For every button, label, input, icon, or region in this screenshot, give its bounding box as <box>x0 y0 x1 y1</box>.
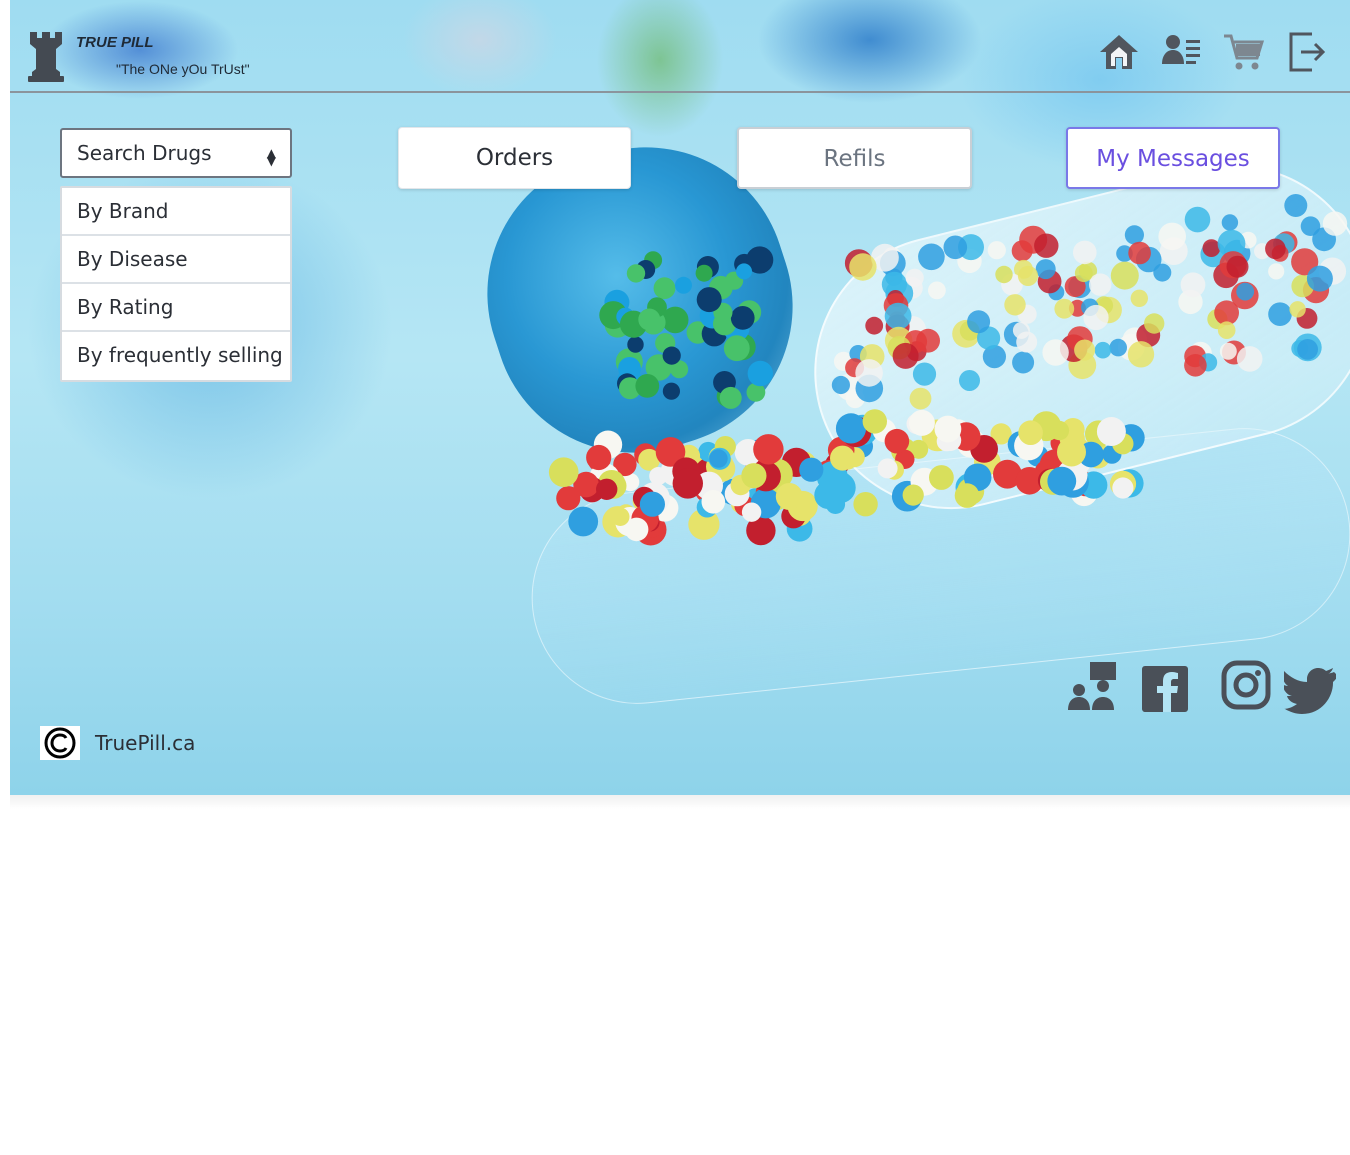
facebook-icon[interactable] <box>1140 660 1190 714</box>
brand-tagline: "The ONe yOu TrUst" <box>116 61 250 77</box>
menu-item-by-brand[interactable]: By Brand <box>62 188 290 236</box>
menu-item-by-rating[interactable]: By Rating <box>62 284 290 332</box>
team-icon[interactable] <box>1066 660 1120 714</box>
logout-icon[interactable] <box>1286 30 1330 74</box>
twitter-icon[interactable] <box>1284 660 1336 714</box>
menu-item-by-disease[interactable]: By Disease <box>62 236 290 284</box>
user-profile-icon[interactable] <box>1160 30 1204 74</box>
page-divider <box>10 795 1350 809</box>
home-icon[interactable] <box>1097 30 1141 74</box>
select-arrows-down-icon: ▼ <box>266 154 276 168</box>
search-dropdown-menu: By Brand By Disease By Rating By frequen… <box>60 186 292 382</box>
footer-site-name: TruePill.ca <box>95 731 196 755</box>
cart-icon[interactable] <box>1222 30 1266 74</box>
instagram-icon[interactable] <box>1220 660 1274 714</box>
refils-button[interactable]: Refils <box>737 127 972 189</box>
orders-button[interactable]: Orders <box>398 127 631 189</box>
header-bar: TRUE PILL "The ONe yOu TrUst" <box>10 0 1350 93</box>
menu-item-by-frequently-selling[interactable]: By frequently selling <box>62 332 290 380</box>
search-select-value: Search Drugs <box>77 141 212 165</box>
copyright-icon <box>40 726 80 760</box>
search-drugs-select[interactable]: Search Drugs ▲ ▼ <box>60 128 292 178</box>
my-messages-button[interactable]: My Messages <box>1066 127 1280 189</box>
rook-logo-icon <box>28 32 64 82</box>
brand-name: TRUE PILL <box>76 34 154 51</box>
